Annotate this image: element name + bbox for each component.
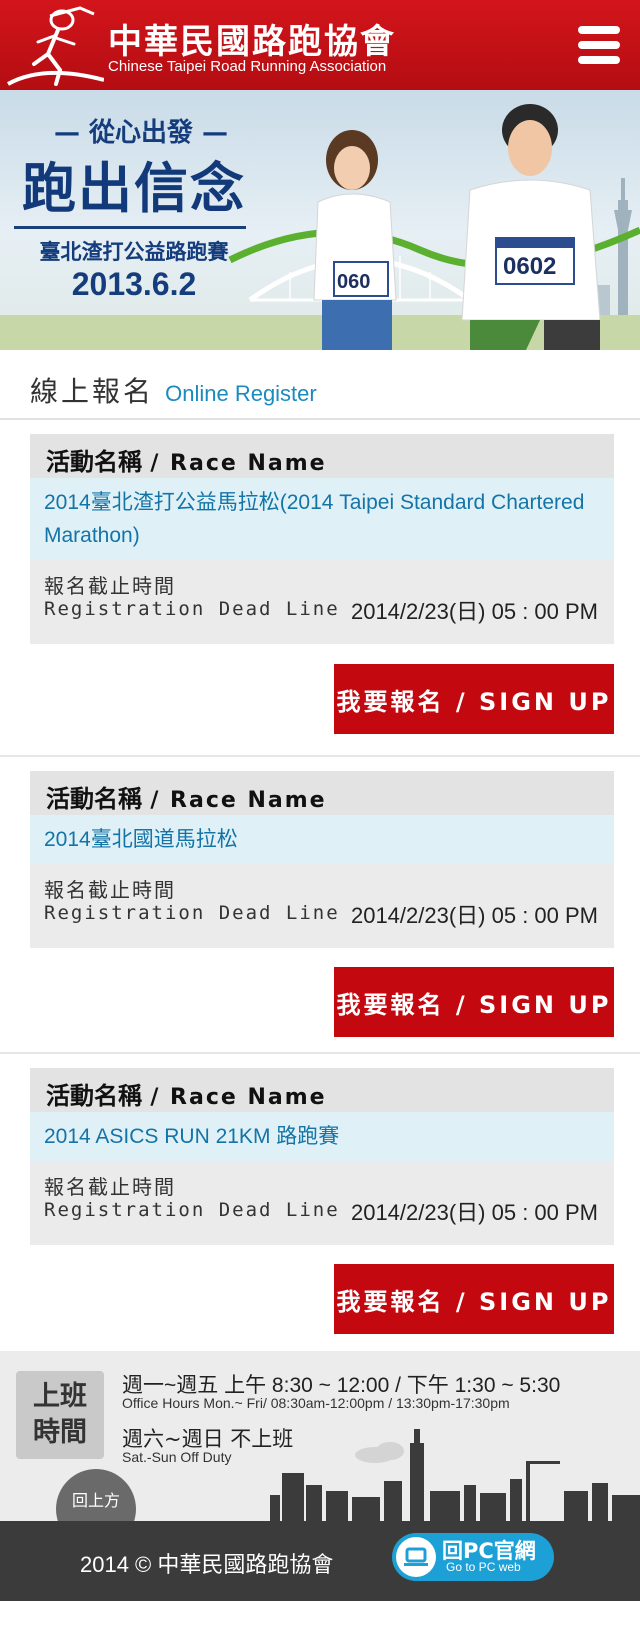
weekday-hours-en: Office Hours Mon.~ Fri/ 08:30am-12:00pm …	[122, 1395, 510, 1411]
race-name-label-cn: 活動名稱	[46, 448, 142, 476]
race-entry: 活動名稱 / Race Name 2014臺北國道馬拉松 報名截止時間 Regi…	[0, 757, 640, 1054]
weekend-hours-en: Sat.-Sun Off Duty	[122, 1449, 232, 1465]
back-to-top-button[interactable]: 回上方	[56, 1469, 136, 1521]
online-register-heading: 線上報名 Online Register	[0, 350, 640, 420]
sign-up-button[interactable]: 我要報名 / SIGN UP	[334, 1264, 614, 1334]
race-name-label-en: / Race Name	[150, 1085, 327, 1110]
race-card: 活動名稱 / Race Name 2014 ASICS RUN 21KM 路跑賽…	[30, 1068, 614, 1245]
race-name-link[interactable]: 2014臺北國道馬拉松	[30, 815, 614, 864]
deadline-value: 2014/2/23(日) 05 : 00 PM	[350, 1200, 598, 1225]
banner-headline: 跑出信念	[22, 156, 246, 220]
race-name-link[interactable]: 2014臺北渣打公益馬拉松(2014 Taipei Standard Chart…	[30, 478, 614, 560]
banner-bib-man: 0602	[503, 253, 556, 280]
hamburger-menu-icon[interactable]	[578, 26, 620, 64]
office-hours-section: 上班 時間 週一~週五 上午 8:30 ~ 12:00 / 下午 1:30 ~ …	[0, 1351, 640, 1521]
site-header: 中華民國路跑協會 Chinese Taipei Road Running Ass…	[0, 0, 640, 90]
banner-bib-woman: 060	[337, 271, 370, 293]
race-deadline: 報名截止時間 Registration Dead Line 2014/2/23(…	[30, 864, 614, 948]
race-name-label-cn: 活動名稱	[46, 785, 142, 813]
site-title-cn: 中華民國路跑協會	[108, 22, 396, 62]
runner-logo-icon[interactable]	[4, 4, 104, 88]
race-card: 活動名稱 / Race Name 2014臺北國道馬拉松 報名截止時間 Regi…	[30, 771, 614, 948]
section-title-en: Online Register	[165, 381, 317, 406]
laptop-icon	[404, 1547, 428, 1566]
race-name-label-en: / Race Name	[150, 451, 327, 476]
office-hours-badge: 上班 時間	[16, 1371, 104, 1459]
city-skyline-icon	[270, 1429, 640, 1521]
pc-icon-ring	[396, 1537, 436, 1577]
race-entry: 活動名稱 / Race Name 2014 ASICS RUN 21KM 路跑賽…	[0, 1054, 640, 1351]
copyright-text: 2014 © 中華民國路跑協會	[80, 1552, 334, 1577]
race-name-header: 活動名稱 / Race Name	[30, 434, 614, 478]
pc-web-sublabel: Go to PC web	[446, 1560, 521, 1574]
race-card: 活動名稱 / Race Name 2014臺北渣打公益馬拉松(2014 Taip…	[30, 434, 614, 644]
race-deadline: 報名截止時間 Registration Dead Line 2014/2/23(…	[30, 560, 614, 644]
section-title-cn: 線上報名	[30, 375, 155, 408]
race-name-header: 活動名稱 / Race Name	[30, 771, 614, 815]
deadline-value: 2014/2/23(日) 05 : 00 PM	[350, 903, 598, 928]
office-badge-line1: 上班	[33, 1381, 87, 1412]
sign-up-button[interactable]: 我要報名 / SIGN UP	[334, 967, 614, 1037]
deadline-value: 2014/2/23(日) 05 : 00 PM	[350, 599, 598, 624]
sign-up-button[interactable]: 我要報名 / SIGN UP	[334, 664, 614, 734]
footer-bar: 2014 © 中華民國路跑協會 回PC官網 Go to PC web	[0, 1521, 640, 1601]
event-banner[interactable]: 060 0602 — 從心出發 — 跑出信念 臺北渣打公益路跑賽 2013.6.…	[0, 90, 640, 350]
race-name-header: 活動名稱 / Race Name	[30, 1068, 614, 1112]
go-to-pc-web-button[interactable]: 回PC官網 Go to PC web	[392, 1533, 554, 1581]
office-badge-line2: 時間	[33, 1417, 87, 1448]
site-title-en: Chinese Taipei Road Running Association	[108, 58, 387, 75]
race-name-link[interactable]: 2014 ASICS RUN 21KM 路跑賽	[30, 1112, 614, 1161]
banner-divider	[14, 226, 246, 229]
banner-event-name: 臺北渣打公益路跑賽	[39, 240, 229, 264]
race-name-label-en: / Race Name	[150, 788, 327, 813]
race-deadline: 報名截止時間 Registration Dead Line 2014/2/23(…	[30, 1161, 614, 1245]
banner-event-date: 2013.6.2	[71, 266, 197, 302]
race-entry: 活動名稱 / Race Name 2014臺北渣打公益馬拉松(2014 Taip…	[0, 420, 640, 757]
race-name-label-cn: 活動名稱	[46, 1082, 142, 1110]
